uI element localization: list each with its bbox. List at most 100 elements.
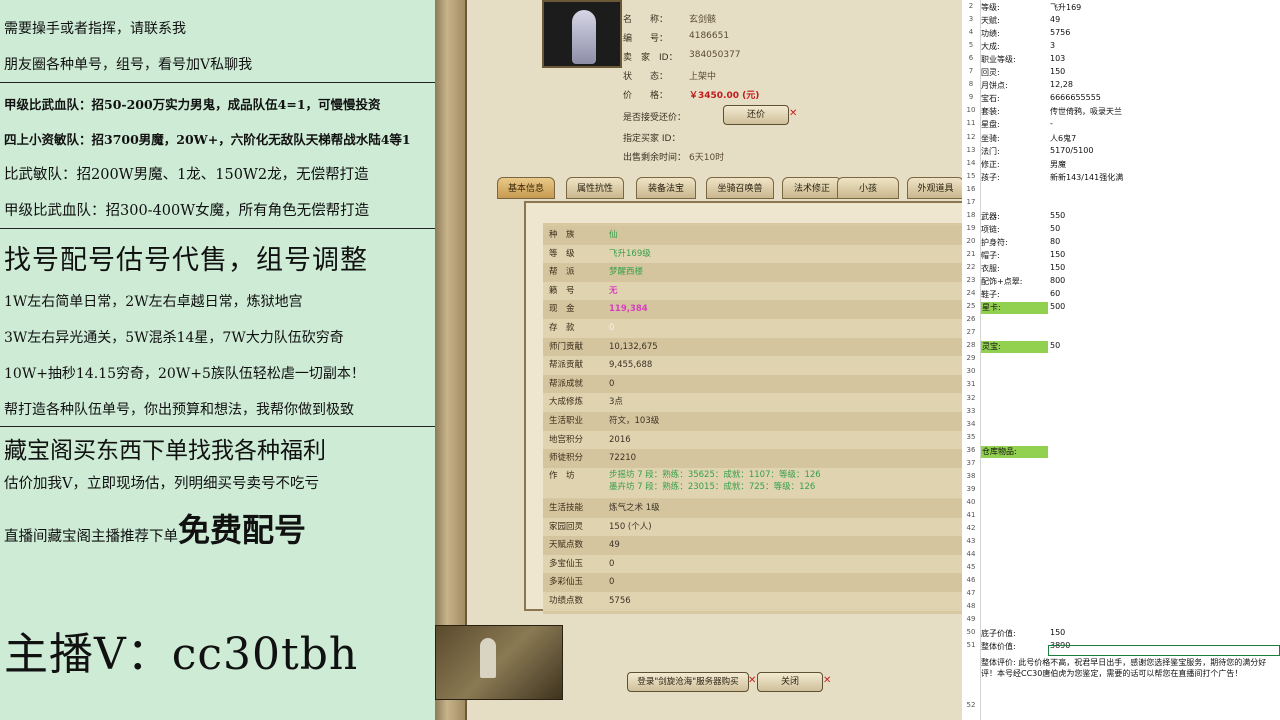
cell-label[interactable]: 法门: <box>981 146 1000 157</box>
cell-value[interactable]: 150 <box>1050 250 1065 259</box>
row-number: 39 <box>966 484 976 493</box>
row-number: 11 <box>966 119 976 128</box>
cell-label[interactable]: 项链: <box>981 224 1000 235</box>
tab-spells[interactable]: 法术修正 <box>782 177 842 199</box>
logo-text: CC直播 <box>1118 50 1216 83</box>
row-number: 35 <box>966 432 976 441</box>
cell-label[interactable]: 职业等级: <box>981 54 1016 65</box>
cc-logo-icon <box>1072 47 1115 89</box>
cell-value[interactable]: 人6鬼7 <box>1050 133 1076 144</box>
cell-label[interactable]: 配饰+点翠: <box>981 276 1022 287</box>
cell-label[interactable]: 孩子: <box>981 172 1000 183</box>
cell-label[interactable]: 回灵: <box>981 67 1000 78</box>
table-row: 帮派贡献 9,455,688 <box>543 356 962 375</box>
cell-label[interactable]: 仓库物品: <box>981 445 1048 458</box>
cell-label[interactable]: 灵宝: <box>981 341 1048 354</box>
tab-mounts[interactable]: 坐骑召唤兽 <box>706 177 774 199</box>
row-number: 25 <box>966 302 976 311</box>
cell-value[interactable]: 新新143/141强化满 <box>1050 172 1123 183</box>
row-number: 30 <box>966 367 976 376</box>
close-button[interactable]: 关闭 <box>757 672 823 692</box>
row-number: 51 <box>966 641 976 650</box>
cell-value[interactable]: 150 <box>1050 263 1065 272</box>
cell-label[interactable]: 整体价值: <box>981 641 1016 652</box>
tab-child[interactable]: 小孩 <box>837 177 899 199</box>
row-number: 4 <box>968 28 974 37</box>
trade-detail-panel: 名 称： 玄剑骸 编 号： 4186651 卖 家 ID： 384050377 状 态… <box>465 0 962 720</box>
table-row: 大成修炼 3点 <box>543 393 962 412</box>
cell-value[interactable]: 150 <box>1050 67 1065 76</box>
tab-equipment[interactable]: 装备法宝 <box>636 177 696 199</box>
table-row: 现 金 119,384 <box>543 300 962 319</box>
cell-value[interactable]: 5170/5100 <box>1050 146 1093 155</box>
cell-value[interactable]: 50 <box>1050 224 1060 233</box>
row-number: 22 <box>966 263 976 271</box>
cell-label[interactable]: 星盘: <box>981 119 1000 130</box>
row-number: 18 <box>966 210 976 219</box>
cell-label[interactable]: 天赋: <box>981 15 1000 26</box>
cell-value[interactable]: 男魔 <box>1050 159 1066 170</box>
row-number: 49 <box>966 615 976 624</box>
cell-value[interactable]: 3 <box>1050 41 1055 50</box>
table-row: 师徒积分 72210 <box>543 449 962 468</box>
cell-label[interactable]: 大成: <box>981 41 1000 52</box>
row-number: 2 <box>968 2 974 10</box>
cell-value[interactable]: 150 <box>1050 628 1065 637</box>
cell-value[interactable]: 103 <box>1050 54 1065 63</box>
tab-basic-info[interactable]: 基本信息 <box>497 177 555 199</box>
cell-value[interactable]: 12,28 <box>1050 80 1073 89</box>
selected-cell[interactable] <box>1048 645 1280 656</box>
table-row: 帮派成就 0 <box>543 374 962 394</box>
info-id: 编 号： 4186651 <box>623 31 730 44</box>
cell-value[interactable]: 6666655555 <box>1050 93 1101 102</box>
cell-value[interactable]: 550 <box>1050 211 1065 220</box>
row-number: 16 <box>966 184 976 193</box>
tab-appearance[interactable]: 外观道具 <box>907 177 962 199</box>
divider <box>0 82 435 83</box>
promo-line-11: 藏宝阁买东西下单找我各种福利 <box>4 438 326 464</box>
table-row: 帮 派梦醒西楼 <box>543 263 962 282</box>
counter-offer-button[interactable]: 还价 <box>723 105 789 125</box>
promo-line-7: 1W左右简单日常，2W左右卓越日常，炼狱地宫 <box>4 294 303 310</box>
row-number: 41 <box>966 510 976 519</box>
cell-value[interactable]: 800 <box>1050 276 1065 285</box>
cell-value[interactable]: 500 <box>1050 302 1065 311</box>
cell-label[interactable]: 底子价值: <box>981 628 1016 639</box>
cell-label[interactable]: 等级: <box>981 2 1000 13</box>
cell-label[interactable]: 护身符: <box>981 237 1008 248</box>
cell-value[interactable]: 80 <box>1050 237 1060 246</box>
cell-value[interactable]: 60 <box>1050 289 1060 298</box>
login-buy-button[interactable]: 登录"剑旋沧海"服务器购买 <box>627 672 749 692</box>
cell-value[interactable]: 飞升169 <box>1050 2 1081 13</box>
table-row: 地宫积分 2016 <box>543 430 962 450</box>
row-number: 10 <box>966 106 976 115</box>
valuation-spreadsheet: 2 等级: 飞升169 3 天赋: 49 4 功绩: 5756 5 大成: 3 6 职业等级: 103 7 回灵… <box>962 0 1280 720</box>
cell-label[interactable]: 星卡: <box>981 302 1048 315</box>
cell-label[interactable]: 武器: <box>981 211 1000 222</box>
row-number: 13 <box>966 145 976 154</box>
cell-label[interactable]: 衣服: <box>981 263 1000 274</box>
cell-label[interactable]: 套装: <box>981 106 1000 117</box>
cell-value[interactable]: 50 <box>1050 341 1060 350</box>
table-row: 存 款0 <box>543 319 962 338</box>
cell-label[interactable]: 月饼点: <box>981 80 1008 91</box>
cell-label[interactable]: 宝石: <box>981 93 1000 104</box>
table-row: 生活职业 符文，103级 <box>543 412 962 431</box>
cell-label[interactable]: 鞋子: <box>981 289 1000 300</box>
row-number: 17 <box>966 197 976 206</box>
game-window: 名 称： 玄剑骸 编 号： 4186651 卖 家 ID： 384050377 状 态… <box>435 0 962 720</box>
cell-label[interactable]: 坐骑: <box>981 133 1000 144</box>
promo-line-2: 朋友圈各种单号，组号，看号加Ⅴ私聊我 <box>4 57 253 73</box>
cell-label[interactable]: 功绩: <box>981 28 1000 39</box>
cell-value[interactable]: - <box>1050 119 1053 128</box>
cell-value[interactable]: 49 <box>1050 15 1060 24</box>
info-seller: 卖 家 ID： 384050377 <box>623 50 741 63</box>
cell-value[interactable]: 5756 <box>1050 28 1070 37</box>
tab-attributes[interactable]: 属性抗性 <box>566 177 624 199</box>
cell-label[interactable]: 帽子: <box>981 250 1000 261</box>
cell-label[interactable]: 修正: <box>981 159 1000 170</box>
cell-value[interactable]: 传世倚鸦，吸录天兰 <box>1050 106 1122 117</box>
row-number: 29 <box>966 354 976 363</box>
table-row: 作 坊 步摇坊 7 段：熟练：35625：成就：1107：等级：126 墨卉坊 … <box>543 467 962 498</box>
table-row: 等 级飞升169级 <box>543 244 962 264</box>
